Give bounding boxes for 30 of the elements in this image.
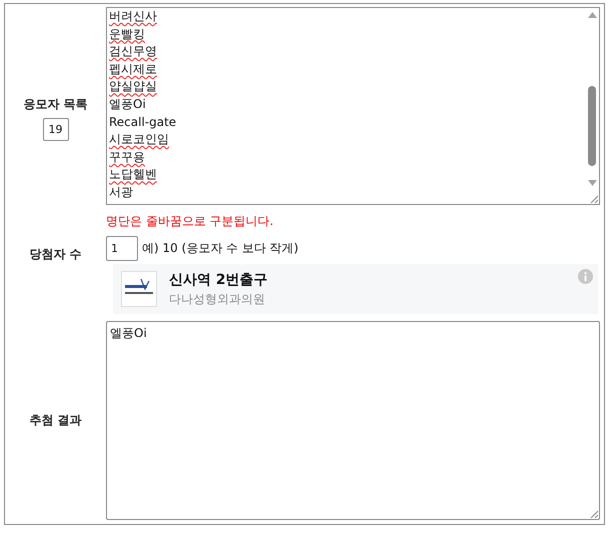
result-text: 엘풍Oi — [110, 326, 147, 340]
resize-grip-icon[interactable] — [590, 195, 598, 203]
resize-grip-icon[interactable] — [590, 510, 598, 518]
applicant-name: 엘풍Oi — [109, 96, 146, 111]
ad-card[interactable]: 신사역 2번출구 다나성형외과의원 — [113, 264, 598, 314]
applicant-name: 시로코인임 — [109, 132, 169, 146]
applicant-name: 노답헬벤 — [109, 167, 157, 182]
applicant-name: 검신무영 — [109, 44, 157, 58]
applicant-name: 얍실얍실 — [109, 79, 157, 94]
winners-field[interactable]: 1 — [106, 236, 138, 261]
winners-hint: 예) 10 (응모자 수 보다 작게) — [142, 240, 298, 257]
winners-label: 당첨자 수 — [29, 246, 82, 263]
result-textarea[interactable]: 엘풍Oi — [106, 321, 600, 520]
applicant-name: 꾸꾸용 — [109, 150, 145, 164]
scrollbar-thumb[interactable] — [588, 86, 596, 166]
applicants-textarea[interactable]: 버려신사 운빨킹 검신무영 펩시제로 얍실얍실 엘풍Oi Recall-gate 시로코인임 꾸꾸용 노답헬벤 서광 — [106, 7, 600, 205]
applicant-name: 버려신사 — [109, 9, 157, 23]
applicant-name: 펩시제로 — [109, 62, 157, 76]
applicant-name: 서광 — [109, 184, 133, 199]
count-field[interactable]: 19 — [42, 118, 68, 141]
applicant-name: 운빨킹 — [109, 26, 145, 41]
result-label: 추첨 결과 — [29, 412, 82, 429]
applicant-name: Recall-gate — [109, 114, 176, 129]
ad-title[interactable]: 신사역 2번출구 — [169, 270, 268, 288]
notice-text: 명단은 줄바꿈으로 구분됩니다. — [106, 213, 274, 230]
scroll-up-icon[interactable] — [588, 12, 596, 18]
scroll-down-icon[interactable] — [588, 180, 596, 186]
info-icon[interactable] — [578, 269, 593, 284]
ad-subtitle: 다나성형외과의원 — [169, 290, 266, 308]
applicants-label: 응모자 목록 — [23, 96, 88, 113]
